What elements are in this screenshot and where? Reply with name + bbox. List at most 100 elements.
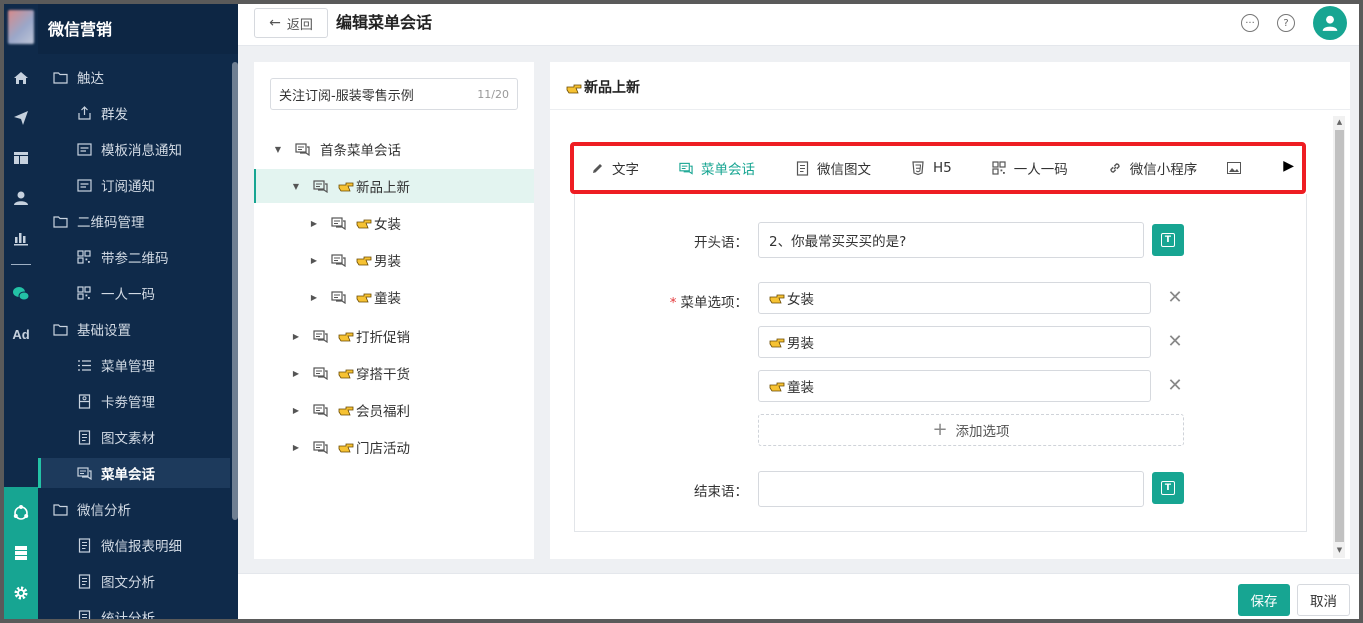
bar-chart-icon[interactable] <box>4 224 38 252</box>
session-name-input[interactable]: 关注订阅-服装零售示例 11/20 <box>270 78 518 110</box>
add-option-button[interactable]: + 添加选项 <box>758 414 1184 446</box>
user-avatar-icon <box>1322 15 1338 31</box>
scroll-up-icon[interactable]: ▲ <box>1335 118 1344 126</box>
sidebar-item[interactable]: 菜单管理 <box>38 350 230 380</box>
send-icon[interactable] <box>4 104 38 132</box>
tree-node[interactable]: ▼ 新品上新 <box>254 169 534 203</box>
caret-right-icon[interactable]: ▶ <box>290 406 302 415</box>
back-button[interactable]: ← 返回 <box>254 8 328 38</box>
sidebar-item[interactable]: 触达 <box>38 62 230 92</box>
caret-right-icon[interactable]: ▶ <box>290 443 302 452</box>
caret-down-icon[interactable]: ▼ <box>272 145 284 154</box>
sidebar-item[interactable]: 一人一码 <box>38 278 230 308</box>
sidebar-item-label: 图文素材 <box>101 431 155 447</box>
server-icon[interactable] <box>4 539 38 567</box>
save-button[interactable]: 保存 <box>1238 584 1290 616</box>
close-icon[interactable]: ✕ <box>1167 289 1183 307</box>
hub-icon[interactable] <box>4 499 38 527</box>
sidebar-item[interactable]: 图文素材 <box>38 422 230 452</box>
content-type-tabs: 文字 菜单会话 微信图文 H5 一人一码 微信小程序 ▶ <box>570 142 1306 194</box>
caret-right-icon[interactable]: ▶ <box>308 293 320 302</box>
menu-option-input[interactable]: 童装 <box>758 370 1151 402</box>
sidebar-item[interactable]: 群发 <box>38 98 230 128</box>
tree-node[interactable]: ▶ 女装 <box>254 206 534 240</box>
chat-icon <box>312 366 328 380</box>
wechat-icon[interactable] <box>4 280 38 308</box>
tab[interactable]: 微信小程序 <box>1108 158 1198 178</box>
sidebar-item[interactable]: 卡劵管理 <box>38 386 230 416</box>
opening-value: 2、你最常买买买的是? <box>769 234 907 250</box>
tab-scroll-right-icon[interactable]: ▶ <box>1283 158 1294 174</box>
sidebar-item[interactable]: 图文分析 <box>38 566 230 596</box>
avatar[interactable] <box>1313 6 1347 40</box>
sidebar-item-label: 菜单管理 <box>101 359 155 375</box>
sidebar-item-label: 菜单会话 <box>101 467 155 483</box>
menu-option-value: 女装 <box>787 292 814 308</box>
caret-right-icon[interactable]: ▶ <box>290 369 302 378</box>
document-icon <box>76 429 92 445</box>
sidebar-item-label: 订阅通知 <box>101 179 155 195</box>
editor-scrollbar-thumb[interactable] <box>1335 130 1344 542</box>
menu-option-input[interactable]: 女装 <box>758 282 1151 314</box>
user-icon[interactable] <box>4 184 38 212</box>
sidebar-item-label: 微信分析 <box>77 503 131 519</box>
folder-icon <box>52 321 68 337</box>
tree-node[interactable]: ▶ 男装 <box>254 243 534 277</box>
chat-icon <box>330 253 346 267</box>
folder-icon <box>52 69 68 85</box>
tab-label: H5 <box>933 160 952 176</box>
home-icon[interactable] <box>4 64 38 92</box>
tab[interactable]: 一人一码 <box>992 158 1068 178</box>
scroll-down-icon[interactable]: ▼ <box>1335 546 1344 554</box>
image-icon[interactable] <box>1227 162 1242 174</box>
menu-option-input[interactable]: 男装 <box>758 326 1151 358</box>
text-format-icon: T <box>1161 233 1175 247</box>
sidebar-item[interactable]: 统计分析 <box>38 602 230 619</box>
sidebar-item[interactable]: 微信报表明细 <box>38 530 230 560</box>
document-icon <box>76 573 92 589</box>
sidebar-item[interactable]: 二维码管理 <box>38 206 230 236</box>
insert-text-button-closing[interactable]: T <box>1152 472 1184 504</box>
chat-icon <box>679 161 693 175</box>
tree-node[interactable]: ▶ 门店活动 <box>254 430 534 464</box>
broadcast-icon <box>76 105 92 121</box>
tab[interactable]: 文字 <box>590 158 639 178</box>
sidebar-item[interactable]: 带参二维码 <box>38 242 230 272</box>
tab[interactable]: 菜单会话 <box>679 158 755 178</box>
tree-node[interactable]: ▶ 打折促销 <box>254 319 534 353</box>
tree-node[interactable]: ▼ 首条菜单会话 <box>254 132 534 166</box>
plus-icon: + <box>932 419 948 440</box>
close-icon[interactable]: ✕ <box>1167 377 1183 395</box>
sidebar-item[interactable]: 菜单会话 <box>38 458 230 488</box>
caret-right-icon[interactable]: ▶ <box>290 332 302 341</box>
cancel-button[interactable]: 取消 <box>1297 584 1350 616</box>
tab[interactable]: 微信图文 <box>795 158 871 178</box>
help-icon[interactable]: ? <box>1277 14 1295 32</box>
layout-icon[interactable] <box>4 144 38 172</box>
tab[interactable]: H5 <box>911 160 952 176</box>
caret-down-icon[interactable]: ▼ <box>290 182 302 191</box>
close-icon[interactable]: ✕ <box>1167 333 1183 351</box>
sidebar-item[interactable]: 基础设置 <box>38 314 230 344</box>
caret-right-icon[interactable]: ▶ <box>308 219 320 228</box>
opening-input[interactable]: 2、你最常买买买的是? <box>758 222 1144 258</box>
sidebar-item[interactable]: 微信分析 <box>38 494 230 524</box>
ad-icon[interactable]: Ad <box>4 320 38 348</box>
gear-icon[interactable] <box>4 579 38 607</box>
closing-input[interactable] <box>758 471 1144 507</box>
sidebar-item[interactable]: 订阅通知 <box>38 170 230 200</box>
pointing-hand-icon <box>338 182 354 192</box>
session-tree-panel: 关注订阅-服装零售示例 11/20 ▼ 首条菜单会话 ▼ 新品上新 ▶ 女装 ▶ 男装 ▶ 童装 ▶… <box>254 62 534 559</box>
top-header: ← 返回 编辑菜单会话 ··· ? <box>238 4 1359 46</box>
caret-right-icon[interactable]: ▶ <box>308 256 320 265</box>
chat-bubble-icon[interactable]: ··· <box>1241 14 1259 32</box>
tree-node[interactable]: ▶ 童装 <box>254 280 534 314</box>
insert-text-button[interactable]: T <box>1152 224 1184 256</box>
sidebar-item[interactable]: 模板消息通知 <box>38 134 230 164</box>
menu-option-value: 童装 <box>787 380 814 396</box>
tree-node[interactable]: ▶ 会员福利 <box>254 393 534 427</box>
back-button-label: 返回 <box>286 17 313 33</box>
tab-label: 微信小程序 <box>1129 162 1198 178</box>
sidebar-scrollbar[interactable] <box>232 62 238 520</box>
tree-node[interactable]: ▶ 穿搭干货 <box>254 356 534 390</box>
